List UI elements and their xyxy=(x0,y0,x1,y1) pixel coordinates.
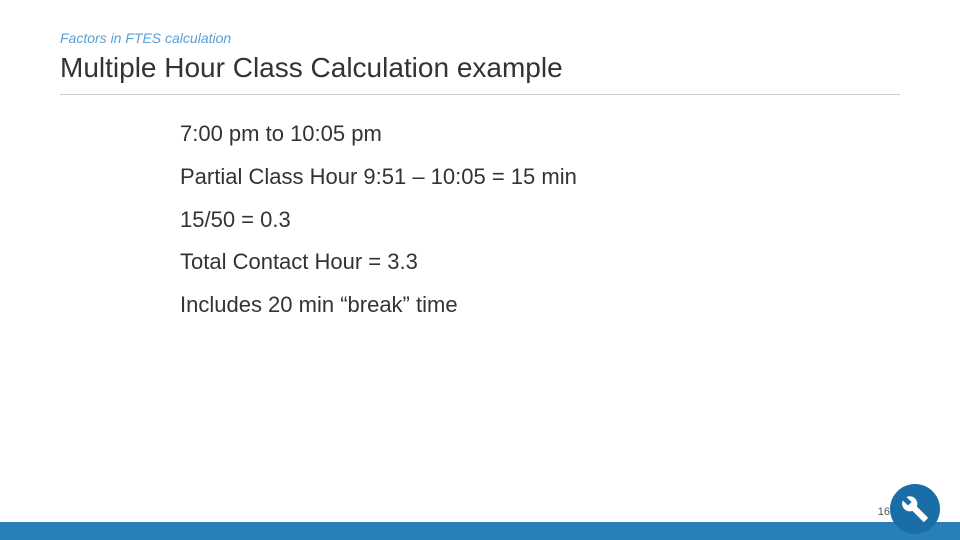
bullet-item-5: Includes 20 min “break” time xyxy=(180,290,900,321)
slide-title: Multiple Hour Class Calculation example xyxy=(60,52,900,95)
slide-container: Factors in FTES calculation Multiple Hou… xyxy=(0,0,960,540)
bullet-list: 7:00 pm to 10:05 pm Partial Class Hour 9… xyxy=(60,119,900,321)
content-area: Factors in FTES calculation Multiple Hou… xyxy=(0,0,960,393)
bullet-item-4: Total Contact Hour = 3.3 xyxy=(180,247,900,278)
slide-subtitle: Factors in FTES calculation xyxy=(60,30,900,46)
wrench-icon xyxy=(890,484,940,534)
bullet-item-3: 15/50 = 0.3 xyxy=(180,205,900,236)
page-number: 16 xyxy=(878,506,890,518)
bullet-item-1: 7:00 pm to 10:05 pm xyxy=(180,119,900,150)
bullet-item-2: Partial Class Hour 9:51 – 10:05 = 15 min xyxy=(180,162,900,193)
bottom-bar xyxy=(0,522,960,540)
